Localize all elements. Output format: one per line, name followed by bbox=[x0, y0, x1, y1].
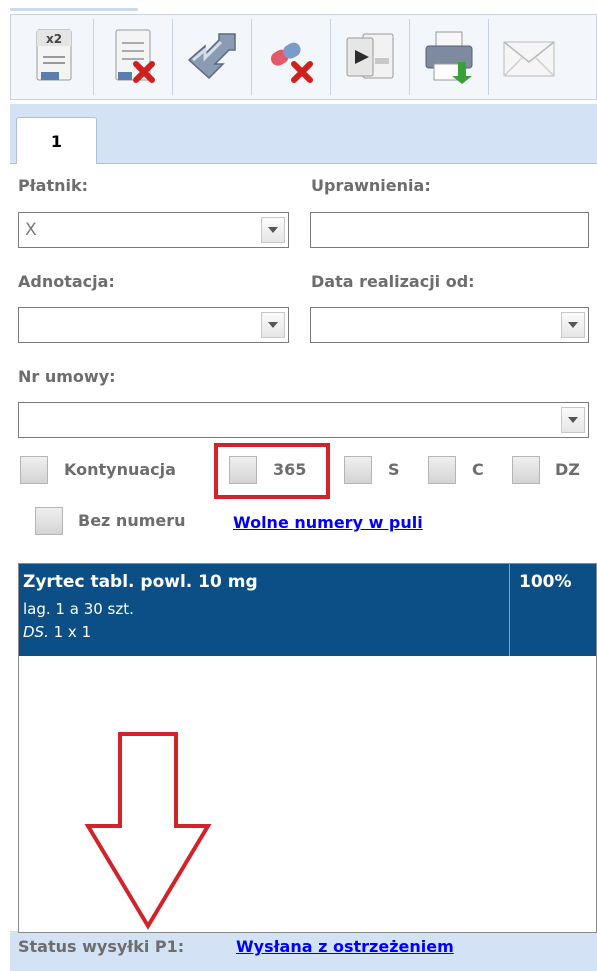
tab-prescription-1[interactable]: 1 bbox=[16, 117, 97, 164]
uprawnienia-label: Uprawnienia: bbox=[311, 176, 431, 195]
delete-drug-icon bbox=[270, 42, 313, 83]
label-s: S bbox=[388, 460, 400, 479]
send-button[interactable] bbox=[489, 19, 568, 95]
bez-numeru-checkbox[interactable] bbox=[35, 507, 63, 535]
status-label: Status wysyłki P1: bbox=[18, 937, 185, 956]
drug-refund-percent: 100% bbox=[519, 572, 572, 592]
print-icon bbox=[425, 31, 473, 84]
platnik-select[interactable]: X bbox=[18, 212, 289, 248]
nr-umowy-label: Nr umowy: bbox=[18, 367, 116, 386]
tab-label: 1 bbox=[50, 131, 63, 151]
platnik-label: Płatnik: bbox=[18, 176, 89, 195]
dosage-value: 1 x 1 bbox=[48, 623, 92, 641]
kontynuacja-label: Kontynuacja bbox=[64, 460, 176, 479]
svg-text:x2: x2 bbox=[46, 32, 62, 46]
duplicate-prescription-x2-icon: x2 bbox=[36, 29, 72, 81]
bez-numeru-label: Bez numeru bbox=[78, 511, 186, 530]
move-button[interactable] bbox=[173, 19, 252, 95]
checkbox-c[interactable] bbox=[428, 456, 456, 484]
chevron-down-icon[interactable] bbox=[261, 312, 285, 338]
move-arrows-icon bbox=[187, 33, 236, 80]
print-button[interactable] bbox=[410, 19, 489, 95]
chevron-down-icon[interactable] bbox=[561, 312, 585, 338]
chevron-down-icon[interactable] bbox=[561, 407, 585, 433]
dosage-prefix: DS. bbox=[23, 623, 49, 641]
label-dz: DZ bbox=[555, 460, 580, 479]
kontynuacja-checkbox[interactable] bbox=[20, 456, 48, 484]
annotation-arrow-icon bbox=[84, 732, 212, 930]
uprawnienia-field[interactable] bbox=[310, 212, 589, 248]
export-document-icon bbox=[346, 33, 394, 79]
top-tab-indicator bbox=[10, 8, 138, 11]
adnotacja-select[interactable] bbox=[18, 307, 289, 343]
send-envelope-icon bbox=[502, 41, 555, 77]
data-realizacji-label: Data realizacji od: bbox=[311, 272, 475, 291]
export-button[interactable] bbox=[331, 19, 410, 95]
duplicate-button[interactable]: x2 bbox=[15, 19, 94, 95]
drug-dosage: DS. 1 x 1 bbox=[23, 623, 91, 641]
delete-prescription-icon bbox=[115, 29, 155, 83]
wolne-numery-link[interactable]: Wolne numery w puli bbox=[233, 513, 423, 532]
checkbox-s[interactable] bbox=[344, 456, 372, 484]
delete-drug-button[interactable] bbox=[252, 19, 331, 95]
adnotacja-label: Adnotacja: bbox=[18, 272, 115, 291]
drug-list-row-selected[interactable]: Zyrtec tabl. powl. 10 mg lag. 1 a 30 szt… bbox=[19, 564, 596, 656]
nr-umowy-select[interactable] bbox=[18, 402, 589, 438]
drug-name: Zyrtec tabl. powl. 10 mg bbox=[23, 572, 258, 592]
drug-package: lag. 1 a 30 szt. bbox=[23, 600, 134, 618]
column-separator bbox=[509, 564, 510, 656]
checkbox-dz[interactable] bbox=[512, 456, 540, 484]
platnik-value: X bbox=[25, 220, 37, 240]
chevron-down-icon[interactable] bbox=[261, 217, 285, 243]
annotation-highlight-box bbox=[214, 443, 330, 499]
label-c: C bbox=[472, 460, 484, 479]
toolbar: x2 bbox=[10, 14, 597, 100]
data-realizacji-select[interactable] bbox=[310, 307, 589, 343]
status-value-link[interactable]: Wysłana z ostrzeżeniem bbox=[236, 937, 454, 956]
delete-prescription-button[interactable] bbox=[94, 19, 173, 95]
